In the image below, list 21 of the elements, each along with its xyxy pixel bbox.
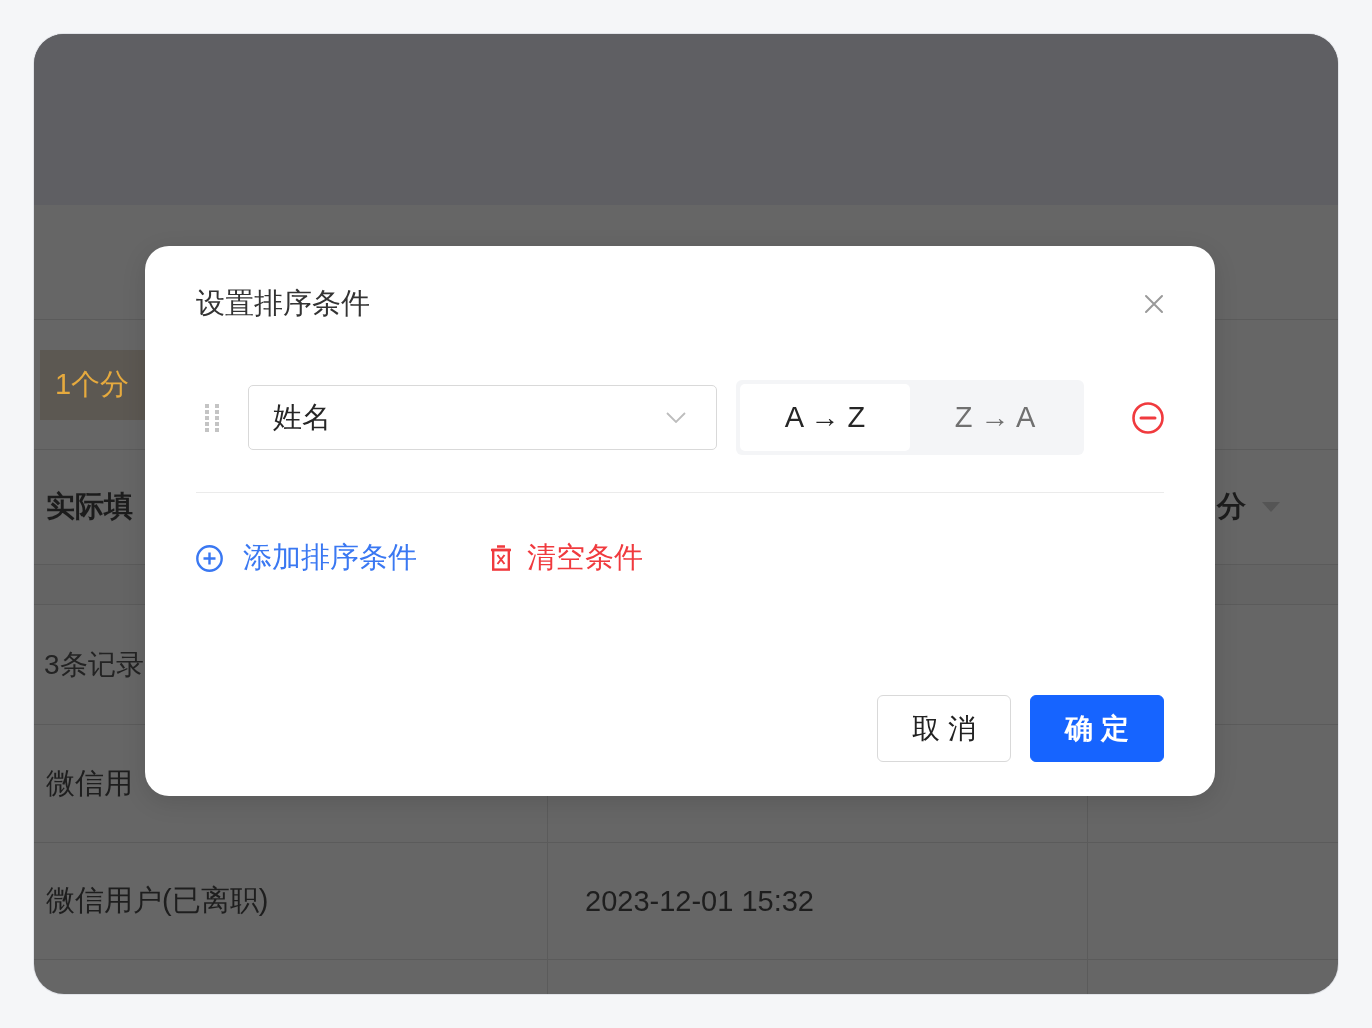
sort-direction-option[interactable]: A → Z [740, 384, 910, 451]
column-header: 实际填 [46, 489, 133, 524]
record-count: 3条记录 [44, 647, 144, 682]
dialog-title: 设置排序条件 [196, 286, 370, 321]
plus-circle-icon [196, 544, 223, 572]
table-cell-text: 微信用户(已离职) [46, 883, 269, 918]
chevron-down-icon [666, 412, 686, 423]
drag-handle-icon[interactable] [204, 403, 220, 432]
minus-circle-icon[interactable] [1132, 401, 1164, 434]
trash-icon [490, 545, 512, 571]
column-header: 分 [1217, 489, 1246, 524]
group-count-banner: 1个分 [40, 349, 145, 420]
field-select[interactable]: 姓名 [248, 385, 717, 450]
clear-conditions-link[interactable]: 清空条件 [490, 538, 643, 578]
close-icon[interactable] [1144, 294, 1164, 314]
cancel-button[interactable]: 取 消 [877, 695, 1012, 762]
add-condition-link[interactable]: 添加排序条件 [196, 538, 417, 578]
table-cell-text: 微信用 [46, 765, 133, 801]
confirm-button[interactable]: 确 定 [1030, 695, 1164, 762]
table-cell: 2023-12-01 15:32 [585, 884, 814, 918]
sort-direction-option[interactable]: Z → A [910, 384, 1080, 451]
